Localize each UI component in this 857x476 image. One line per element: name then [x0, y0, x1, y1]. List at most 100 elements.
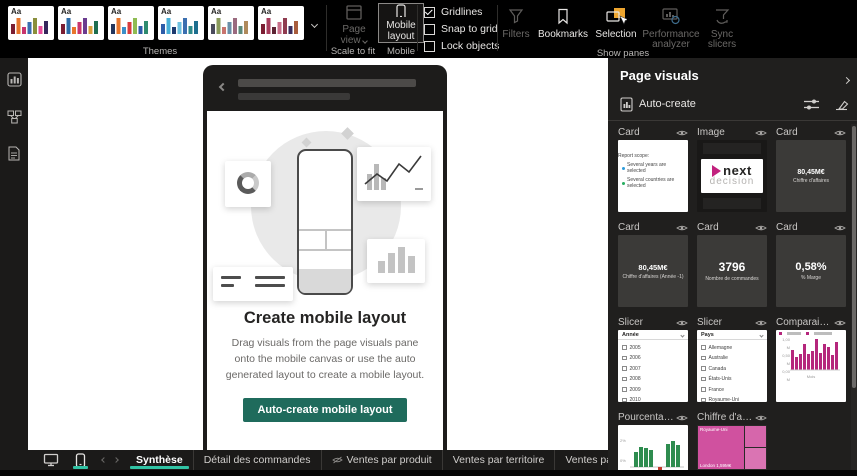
visibility-eye-icon[interactable]	[834, 224, 846, 232]
slicer-option: Allemagne	[697, 345, 767, 351]
theme-thumbnail-4[interactable]: Aa	[158, 6, 204, 40]
theme-thumbnail-3[interactable]: Aa	[108, 6, 154, 40]
slicer-option: 2010	[618, 397, 688, 402]
create-mobile-layout-title: Create mobile layout	[243, 309, 407, 327]
visual-thumbnail[interactable]: 80,45M€ Chiffre d'affaires (Année -1)	[618, 235, 688, 307]
visual-card-marge[interactable]: Card 0,58% % Marge	[776, 221, 846, 307]
eraser-icon[interactable]	[834, 98, 849, 111]
tab-detail-des-commandes[interactable]: Détail des commandes	[194, 450, 322, 470]
page-view-button[interactable]: Page view	[332, 5, 376, 46]
visibility-eye-icon[interactable]	[755, 129, 767, 137]
visibility-eye-icon[interactable]	[755, 319, 767, 327]
report-view-button[interactable]	[0, 66, 28, 92]
model-view-button[interactable]	[0, 104, 28, 130]
collapse-panel-chevron-icon[interactable]	[842, 70, 851, 88]
visual-thumbnail[interactable]: 0,58% % Marge	[776, 235, 846, 307]
theme-thumbnail-6[interactable]: Aa	[258, 6, 304, 40]
performance-analyzer-pane-button[interactable]: Performance analyzer	[640, 4, 702, 50]
mobile-canvas[interactable]: Create mobile layout Drag visuals from t…	[207, 111, 443, 450]
visual-title: Card	[618, 127, 640, 138]
visual-card-orders[interactable]: Card 3796 Nombre de commandes	[697, 221, 767, 307]
visual-thumbnail[interactable]: 80,45M€ Chiffre d'affaires	[776, 140, 846, 212]
visibility-eye-icon[interactable]	[755, 414, 767, 422]
visual-image-logo[interactable]: Image next decision	[697, 126, 767, 212]
visual-thumbnail[interactable]: Pays Allemagne Australie Canada États-Un…	[697, 330, 767, 402]
visual-card-ca[interactable]: Card 80,45M€ Chiffre d'affaires	[776, 126, 846, 212]
visual-thumbnail[interactable]: Report scope: Several years are selected…	[618, 140, 688, 212]
visibility-eye-icon[interactable]	[755, 224, 767, 232]
dax-query-view-button[interactable]	[0, 140, 28, 166]
visual-thumbnail[interactable]: 3796 Nombre de commandes	[697, 235, 767, 307]
mobile-view-button[interactable]	[67, 450, 94, 470]
model-view-icon	[7, 110, 21, 124]
tab-synthese[interactable]: Synthèse	[126, 450, 194, 470]
visual-comparaison-chart[interactable]: Comparaison du... 1,00 M 0,50 M 0,00 M M…	[776, 316, 846, 402]
lock-objects-checkbox[interactable]: Lock objects	[424, 40, 499, 52]
panel-scrollbar[interactable]	[851, 124, 857, 476]
next-decision-logo: next decision	[701, 159, 763, 193]
visibility-eye-icon[interactable]	[834, 129, 846, 137]
selection-pane-button[interactable]: Selection	[592, 4, 640, 40]
create-mobile-layout-description: Drag visuals from the page visuals pane …	[225, 337, 425, 381]
visual-card-ca-n1[interactable]: Card 80,45M€ Chiffre d'affaires (Année -…	[618, 221, 688, 307]
prev-page-icon[interactable]	[101, 457, 107, 463]
tab-ventes-par-commercial[interactable]: Ventes par commercial	[555, 450, 608, 470]
tab-label: Détail des commandes	[203, 454, 311, 466]
visual-treemap-chart[interactable]: Chiffre d'affaires Royaume-Uni London 1,…	[697, 411, 767, 476]
snap-to-grid-checkbox[interactable]: Snap to grid	[424, 23, 498, 35]
filters-pane-button[interactable]: Filters	[498, 4, 534, 40]
visual-thumbnail[interactable]: Année 2005 2006 2007 2008 2009 2010	[618, 330, 688, 402]
visual-title: Pourcentage de ...	[618, 412, 674, 423]
themes-dropdown-chevron-icon[interactable]	[310, 20, 319, 29]
checkbox-icon	[622, 397, 627, 402]
theme-thumbnail-5[interactable]: Aa	[208, 6, 254, 40]
visual-thumbnail[interactable]: 1,00 M 0,50 M 0,00 M Mois	[776, 330, 846, 402]
line-chart-icon	[364, 155, 423, 190]
text-line	[255, 284, 285, 287]
phone-title-placeholder	[238, 79, 416, 87]
visibility-eye-icon[interactable]	[676, 129, 688, 137]
bookmarks-pane-button[interactable]: Bookmarks	[534, 4, 592, 40]
visual-card-scope[interactable]: Card Report scope: Several years are sel…	[618, 126, 688, 212]
phone-subtitle-placeholder	[238, 93, 350, 100]
card-value: 80,45M€	[797, 168, 825, 176]
page-nav-arrows	[94, 457, 126, 463]
theme-sample-text: Aa	[61, 7, 72, 16]
visibility-eye-icon[interactable]	[676, 224, 688, 232]
visibility-eye-icon[interactable]	[676, 319, 688, 327]
visual-title: Comparaison du...	[776, 317, 832, 328]
page-view-icon	[346, 5, 362, 20]
visual-pourcentage-chart[interactable]: Pourcentage de ... 2% 0%	[618, 411, 688, 476]
visual-slicer-annee[interactable]: Slicer Année 2005 2006 2007 2008 2009 20…	[618, 316, 688, 402]
visual-title: Card	[776, 127, 798, 138]
desktop-view-button[interactable]	[35, 450, 67, 470]
chart-body: 1,00 M 0,50 M 0,00 M	[776, 335, 846, 382]
gridlines-checkbox[interactable]: Gridlines	[424, 6, 482, 18]
sync-slicers-pane-button[interactable]: Sync slicers	[702, 4, 742, 50]
y-axis: 1,00 M 0,50 M 0,00 M	[782, 337, 790, 382]
mobile-layout-label: Mobile	[386, 20, 416, 31]
phone-status-bar	[203, 65, 447, 111]
tab-ventes-par-produit[interactable]: Ventes par produit	[322, 450, 443, 470]
bookmark-icon	[558, 8, 568, 24]
tab-label: Ventes par territoire	[452, 454, 545, 466]
checkbox-icon	[424, 40, 435, 52]
visibility-eye-icon[interactable]	[834, 319, 846, 327]
next-page-icon[interactable]	[113, 457, 119, 463]
scrollbar-thumb[interactable]	[852, 126, 856, 388]
visual-thumbnail[interactable]: next decision	[697, 140, 767, 212]
theme-thumbnail-2[interactable]: Aa	[58, 6, 104, 40]
scope-title: Report scope:	[618, 153, 650, 159]
tab-ventes-par-territoire[interactable]: Ventes par territoire	[443, 450, 556, 470]
theme-thumbnail-1[interactable]: Aa	[8, 6, 54, 40]
visibility-eye-icon[interactable]	[676, 414, 688, 422]
visual-slicer-pays[interactable]: Slicer Pays Allemagne Australie Canada É…	[697, 316, 767, 402]
image-letterbox	[703, 198, 761, 209]
layout-options-sliders-icon[interactable]	[803, 98, 820, 111]
auto-create-mobile-layout-button[interactable]: Auto-create mobile layout	[243, 398, 407, 423]
visual-thumbnail[interactable]: Royaume-Uni London 1,59M€ France	[697, 425, 767, 476]
gridlines-label: Gridlines	[441, 6, 483, 18]
check-icon	[424, 7, 433, 16]
visual-thumbnail[interactable]: 2% 0%	[618, 425, 688, 476]
filters-label: Filters	[502, 29, 530, 40]
